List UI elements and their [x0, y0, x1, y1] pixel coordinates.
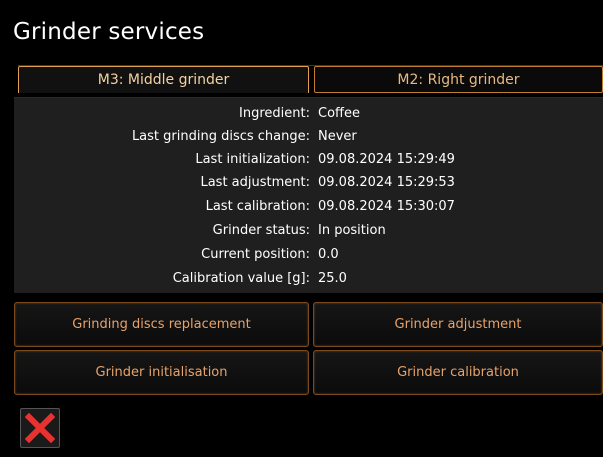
- grinder-info-panel: Ingredient: Coffee Last grinding discs c…: [14, 97, 603, 293]
- info-label: Calibration value [g]:: [172, 271, 310, 286]
- info-value: 0.0: [318, 247, 339, 262]
- info-row-last-adjustment: Last adjustment: 09.08.2024 15:29:53: [14, 172, 603, 194]
- tab-right-grinder[interactable]: M2: Right grinder: [314, 66, 603, 93]
- info-row-last-initialization: Last initialization: 09.08.2024 15:29:49: [14, 149, 603, 171]
- info-row-ingredient: Ingredient: Coffee: [14, 103, 603, 125]
- info-value: 09.08.2024 15:30:07: [318, 199, 455, 214]
- grinder-services-screen: Grinder services M3: Middle grinder M2: …: [0, 0, 603, 457]
- info-value: 25.0: [318, 271, 347, 286]
- tab-middle-grinder[interactable]: M3: Middle grinder: [18, 66, 309, 93]
- info-label: Grinder status:: [212, 223, 310, 238]
- info-row-calibration-value: Calibration value [g]: 25.0: [14, 268, 603, 290]
- close-x-icon: [25, 413, 55, 443]
- grinder-initialisation-button[interactable]: Grinder initialisation: [14, 350, 309, 395]
- info-label: Last adjustment:: [200, 175, 310, 190]
- info-label: Current position:: [201, 247, 310, 262]
- info-value: Coffee: [318, 106, 360, 121]
- info-value: 09.08.2024 15:29:49: [318, 152, 455, 167]
- info-value: 09.08.2024 15:29:53: [318, 175, 455, 190]
- grinding-discs-replacement-button[interactable]: Grinding discs replacement: [14, 302, 309, 347]
- info-label: Last initialization:: [195, 152, 310, 167]
- info-label: Last calibration:: [205, 199, 310, 214]
- info-label: Last grinding discs change:: [131, 129, 310, 144]
- info-value: Never: [318, 129, 357, 144]
- page-title: Grinder services: [13, 19, 205, 45]
- info-row-current-position: Current position: 0.0: [14, 244, 603, 266]
- info-row-grinder-status: Grinder status: In position: [14, 220, 603, 242]
- info-label: Ingredient:: [239, 106, 310, 121]
- info-value: In position: [318, 223, 386, 238]
- info-row-discs-change: Last grinding discs change: Never: [14, 126, 603, 148]
- close-button[interactable]: [20, 408, 60, 448]
- grinder-adjustment-button[interactable]: Grinder adjustment: [313, 302, 603, 347]
- grinder-tabs: M3: Middle grinder M2: Right grinder: [18, 65, 603, 94]
- info-row-last-calibration: Last calibration: 09.08.2024 15:30:07: [14, 196, 603, 218]
- grinder-calibration-button[interactable]: Grinder calibration: [313, 350, 603, 395]
